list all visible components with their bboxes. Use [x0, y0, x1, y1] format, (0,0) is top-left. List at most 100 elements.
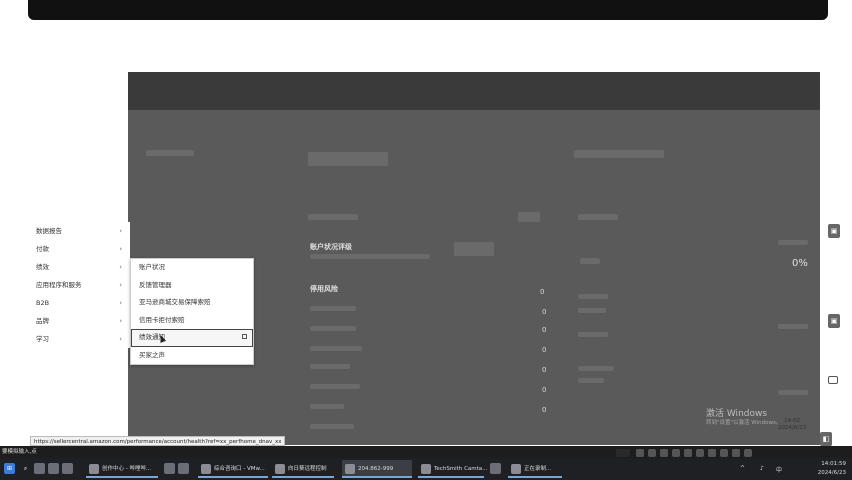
app-icon[interactable] [62, 463, 73, 474]
metric-value: 0 [542, 386, 547, 394]
placeholder-line [310, 306, 356, 311]
content-header [128, 72, 820, 110]
taskbar-app-bilibili[interactable]: 创作中心 - 哔哩哔... [86, 460, 158, 478]
tray-icon[interactable] [636, 449, 644, 457]
tray-icon[interactable] [684, 449, 692, 457]
tray-icon[interactable] [720, 449, 728, 457]
placeholder-line [578, 366, 614, 371]
submenu-performance-notifications[interactable]: 绩效通知 [131, 329, 253, 347]
submenu-account-health[interactable]: 账户状况 [131, 259, 253, 277]
chevron-right-icon: › [119, 245, 122, 253]
metric-value: 0 [542, 326, 547, 334]
metric-value: 0 [542, 366, 547, 374]
taskbar-app-sunflower[interactable]: 向日葵远程控制 [272, 460, 334, 478]
chevron-right-icon: › [119, 263, 122, 271]
placeholder-line [310, 384, 360, 389]
feedback-icon[interactable]: ▣ [828, 224, 840, 238]
chevron-right-icon: › [119, 335, 122, 343]
app-icon [89, 464, 99, 474]
menu-item-performance[interactable]: 绩效 › [28, 258, 130, 276]
submenu-voice-of-customer[interactable]: 买家之声 [131, 347, 253, 365]
window-icon[interactable] [828, 376, 838, 384]
app-icon [421, 464, 431, 474]
task-view-icon[interactable] [34, 463, 45, 474]
section-title-account-health: 账户状况评级 [310, 243, 352, 251]
browser-icon[interactable] [48, 463, 59, 474]
remote-input-label: 要模拟输入,点 [2, 449, 37, 455]
app-icon [345, 464, 355, 474]
menu-item-brands[interactable]: 品牌 › [28, 312, 130, 330]
menu-item-b2b[interactable]: B2B › [28, 294, 130, 312]
metric-value: 0 [542, 406, 547, 414]
activate-windows-subtitle: 转到"设置"以激活 Windows。 [706, 420, 782, 426]
chevron-right-icon: › [119, 299, 122, 307]
tray-chevron-icon[interactable]: ^ [740, 465, 745, 472]
percent-value: 0% [792, 258, 808, 269]
submenu-chargeback-claims[interactable]: 信用卡拒付索赔 [131, 312, 253, 330]
placeholder-line [310, 364, 350, 369]
taskbar-app-recording[interactable]: 正在录制... [508, 460, 562, 478]
app-icon [511, 464, 521, 474]
placeholder-line [578, 308, 606, 313]
tray-icon[interactable] [696, 449, 704, 457]
pin-icon[interactable] [242, 334, 247, 339]
menu-item-apps-services[interactable]: 应用程序和服务 › [28, 276, 130, 294]
feedback-icon-2[interactable]: ▣ [828, 314, 840, 328]
placeholder-line [578, 378, 604, 383]
chevron-right-icon: › [119, 227, 122, 235]
browser-tab-strip [28, 0, 828, 20]
placeholder-block [146, 150, 194, 156]
placeholder-line [310, 424, 354, 429]
placeholder-block [574, 150, 664, 158]
placeholder-block [580, 258, 600, 264]
volume-icon[interactable]: ♪ [760, 465, 764, 472]
placeholder-block [578, 214, 618, 220]
tray-icon[interactable] [744, 449, 752, 457]
browser-top-bar [0, 0, 852, 30]
tray-icon[interactable] [660, 449, 668, 457]
placeholder-line [578, 294, 608, 299]
tray-icon[interactable] [672, 449, 680, 457]
placeholder-line [778, 324, 808, 329]
remote-clock: 14:02 2024/6/23 [778, 418, 807, 431]
chevron-right-icon: › [119, 317, 122, 325]
metric-value: 0 [542, 308, 547, 316]
taskbar-app-remote-ip[interactable]: 204.862-999 [342, 460, 412, 478]
ime-indicator[interactable]: 中 [776, 465, 782, 474]
metric-value: 0 [542, 346, 547, 354]
menu-item-learn[interactable]: 学习 › [28, 330, 130, 348]
placeholder-line [578, 332, 608, 337]
performance-submenu: 账户状况 反馈管理器 亚马逊商城交易保障索赔 信用卡拒付索赔 绩效通知 买家之声 [130, 258, 254, 365]
tray-icon[interactable] [648, 449, 656, 457]
status-bar-url: https://sellercentral.amazon.com/perform… [30, 436, 286, 446]
app-icon[interactable] [178, 463, 189, 474]
placeholder-block [518, 212, 540, 222]
start-windows-icon[interactable]: ⊞ [4, 463, 15, 474]
system-clock[interactable]: 14:01:59 2024/6/23 [818, 460, 846, 478]
submenu-a-to-z-claims[interactable]: 亚马逊商城交易保障索赔 [131, 294, 253, 312]
placeholder-line [778, 390, 808, 395]
tray-icon[interactable] [708, 449, 716, 457]
submenu-feedback-manager[interactable]: 反馈管理器 [131, 277, 253, 295]
placeholder-line [310, 254, 430, 259]
placeholder-line [310, 404, 344, 409]
placeholder-block [308, 214, 358, 220]
chevron-right-icon: › [119, 281, 122, 289]
menu-item-data-reports[interactable]: 数据报告 › [28, 222, 130, 240]
metric-value: 0 [540, 288, 545, 296]
app-icon[interactable] [490, 463, 501, 474]
nav-menu: 数据报告 › 付款 › 绩效 › 应用程序和服务 › B2B › 品牌 › 学习 › [28, 222, 130, 348]
tray-icon[interactable] [732, 449, 740, 457]
search-icon[interactable]: ⌕ [20, 463, 31, 474]
taskbar-app-vmware[interactable]: 综合咨询口 - VMw... [198, 460, 268, 478]
app-icon [201, 464, 211, 474]
placeholder-block [308, 152, 388, 166]
app-icon[interactable] [164, 463, 175, 474]
placeholder-line [310, 326, 356, 331]
chat-icon[interactable]: ◧ [820, 432, 832, 446]
sogou-icon[interactable] [616, 449, 630, 457]
windows-taskbar: ⊞ ⌕ 创作中心 - 哔哩哔... 综合咨询口 - VMw... 向日葵远程控制… [0, 458, 852, 480]
taskbar-app-camtasia[interactable]: TechSmith Camta... [418, 460, 487, 478]
placeholder-line [310, 346, 362, 351]
menu-item-payments[interactable]: 付款 › [28, 240, 130, 258]
